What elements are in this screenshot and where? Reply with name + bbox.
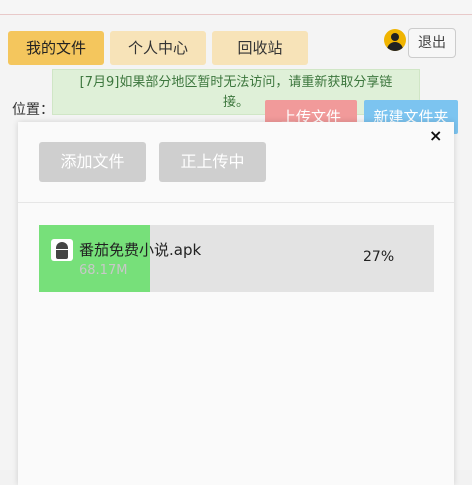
upload-file-size: 68.17M [79,263,128,278]
avatar-head-shape [391,33,399,41]
location-label: 位置： [12,102,54,118]
add-file-button[interactable]: 添加文件 [39,142,146,182]
user-avatar-icon[interactable] [384,29,406,51]
upload-file-row: 番茄免费小说.apk 68.17M 27% [39,225,434,292]
upload-modal-header: 添加文件 正上传中 × [18,122,454,203]
android-apk-icon [51,239,73,261]
robot-head-shape [56,242,68,249]
close-icon[interactable]: × [429,128,442,144]
uploading-status-button[interactable]: 正上传中 [159,142,266,182]
page-body: 我的文件 个人中心 回收站 退出 位置： [7月9]如果部分地区暂时无法访问，请… [0,15,472,485]
top-edge-strip [0,0,472,15]
upload-file-name: 番茄免费小说.apk [79,241,202,259]
robot-body-shape [56,250,68,259]
logout-button[interactable]: 退出 [408,28,456,58]
notice-line-1: [7月9]如果部分地区暂时无法访问，请重新获取分享链 [79,75,393,90]
upload-progress-text: 27% [363,249,395,265]
tab-personal-center[interactable]: 个人中心 [110,31,206,65]
tab-my-files[interactable]: 我的文件 [8,31,104,65]
tab-recycle-bin[interactable]: 回收站 [212,31,308,65]
avatar-body-shape [387,42,403,51]
upload-modal: 添加文件 正上传中 × 番茄免费小说.apk 68.17M 27% [18,122,454,485]
